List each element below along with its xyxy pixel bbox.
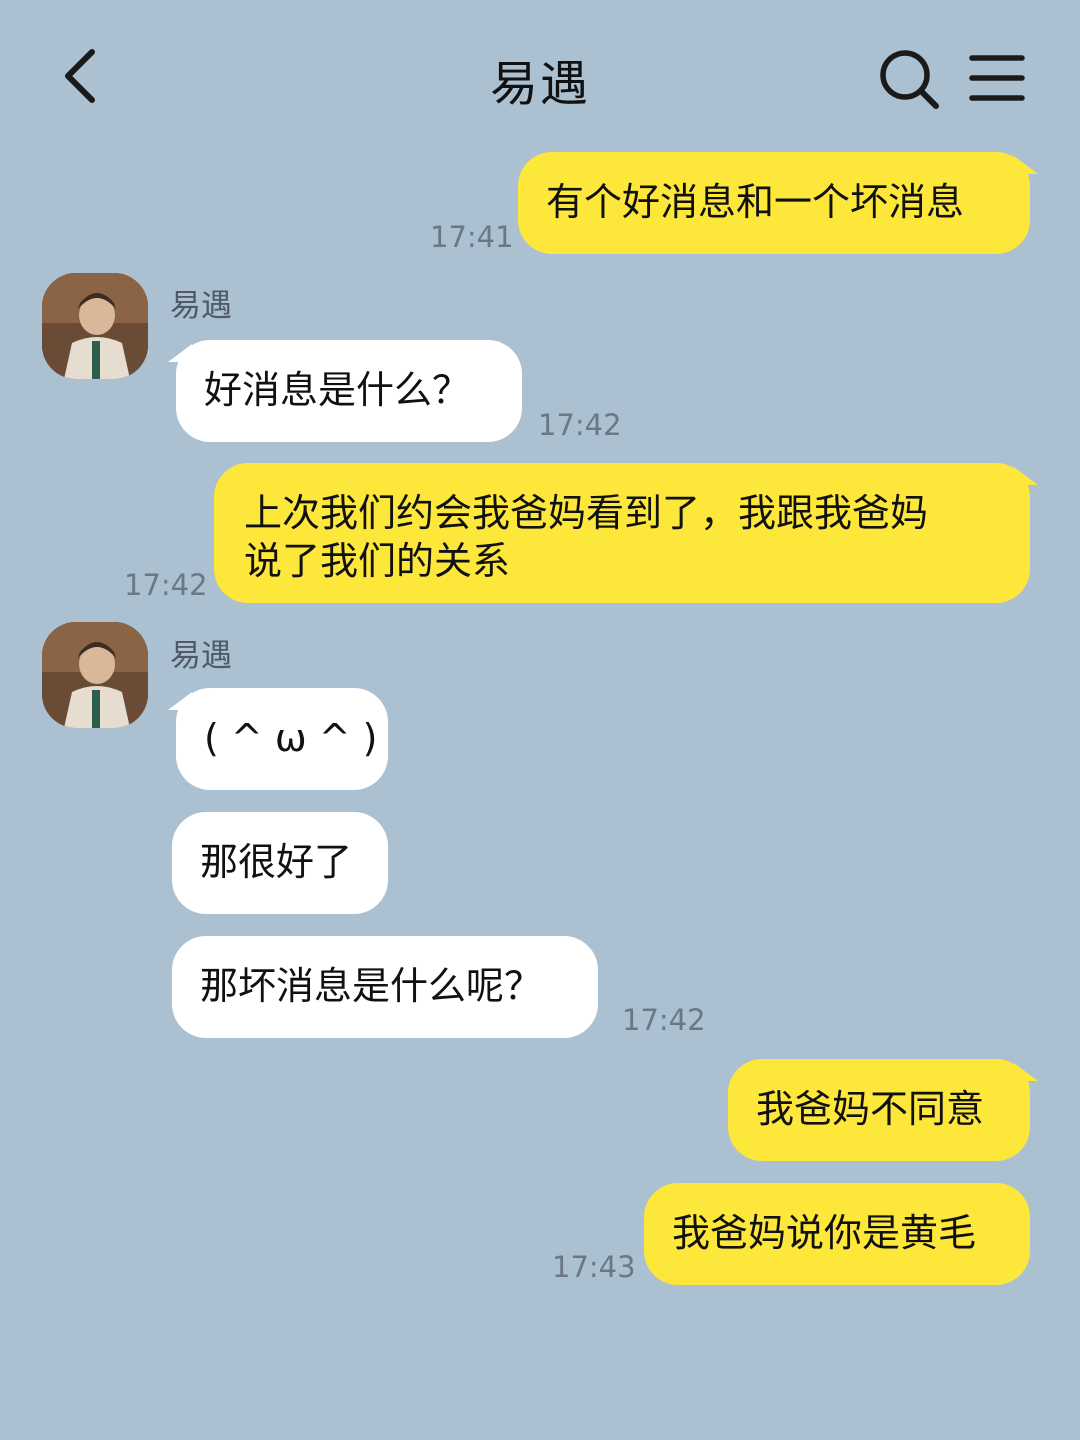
message-text: ( ^ ω ^ ) xyxy=(204,716,378,760)
message-text-line: 说了我们的关系 xyxy=(244,539,511,583)
avatar-image xyxy=(42,273,148,379)
message-text: 我爸妈说你是黄毛 xyxy=(672,1211,977,1255)
their-message-bubble[interactable]: 那坏消息是什么呢？ xyxy=(172,936,598,1038)
avatar-image xyxy=(42,622,148,728)
message-timestamp: 17:43 xyxy=(552,1250,636,1284)
message-text: 那很好了 xyxy=(200,840,353,884)
message-timestamp: 17:42 xyxy=(622,1003,706,1037)
bubble-tail xyxy=(1014,467,1038,485)
their-message-bubble[interactable]: ( ^ ω ^ ) xyxy=(168,688,388,790)
avatar[interactable] xyxy=(42,622,148,728)
message-text: 好消息是什么？ xyxy=(204,368,471,412)
avatar[interactable] xyxy=(42,273,148,379)
sender-name: 易遇 xyxy=(170,638,232,674)
bubble-tail xyxy=(168,344,192,362)
message-text: 我爸妈不同意 xyxy=(756,1087,985,1131)
my-message-bubble[interactable]: 有个好消息和一个坏消息 xyxy=(518,152,1038,254)
search-icon xyxy=(880,50,939,109)
their-message-bubble[interactable]: 那很好了 xyxy=(172,812,388,914)
message-timestamp: 17:41 xyxy=(430,220,514,254)
sender-name: 易遇 xyxy=(170,288,232,324)
my-message-bubble[interactable]: 我爸妈不同意 xyxy=(728,1059,1038,1161)
bubble-tail xyxy=(1014,156,1038,174)
search-button[interactable] xyxy=(874,44,946,116)
my-message-bubble[interactable]: 上次我们约会我爸妈看到了，我跟我爸妈 说了我们的关系 xyxy=(214,463,1038,603)
bubble-tail xyxy=(168,692,192,710)
my-message-bubble[interactable]: 我爸妈说你是黄毛 xyxy=(644,1183,1030,1285)
message-timestamp: 17:42 xyxy=(538,408,622,442)
menu-icon xyxy=(969,55,1025,101)
bubble-tail xyxy=(1014,1063,1038,1081)
message-text: 那坏消息是什么呢？ xyxy=(200,964,543,1008)
their-message-bubble[interactable]: 好消息是什么？ xyxy=(168,340,522,442)
message-timestamp: 17:42 xyxy=(124,568,208,602)
message-text-line: 上次我们约会我爸妈看到了，我跟我爸妈 xyxy=(244,491,929,535)
message-text: 有个好消息和一个坏消息 xyxy=(546,180,965,224)
menu-button[interactable] xyxy=(962,44,1034,116)
chat-header: 易遇 xyxy=(0,0,1080,150)
